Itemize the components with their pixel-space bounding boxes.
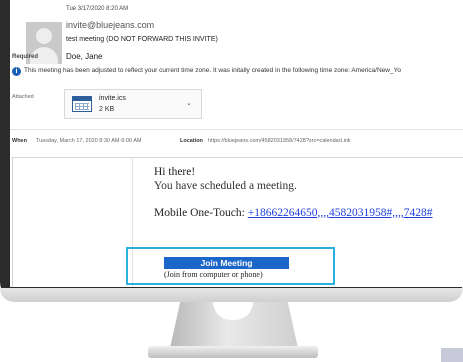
info-icon: i	[12, 67, 21, 76]
location-link[interactable]: https://bluejeans.com/4582031958/7428?sr…	[208, 138, 351, 144]
chevron-down-icon[interactable]: ⌄	[186, 99, 192, 107]
attachment-card[interactable]: invite.ics 2 KB ⌄	[64, 89, 202, 119]
email-subject: test meeting (DO NOT FORWARD THIS INVITE…	[66, 36, 218, 43]
calendar-file-icon-header	[73, 97, 91, 101]
when-value: Tuesday, March 17, 2020 8:30 AM-9:00 AM	[36, 138, 142, 144]
attachment-name: invite.ics	[99, 95, 126, 102]
onetouch-dial-link[interactable]: +18662264650,,,,4582031958#,,,,7428#	[248, 207, 433, 219]
location-label: Location	[180, 138, 203, 144]
attachment-size: 2 KB	[99, 106, 115, 113]
required-attendee[interactable]: Doe, Jane	[66, 52, 102, 61]
calendar-file-icon	[72, 96, 92, 112]
required-label: Required	[12, 54, 39, 60]
greeting-text: Hi there!	[154, 166, 196, 178]
corner-decoration	[441, 348, 463, 362]
when-label: When	[12, 138, 27, 144]
monitor-stand-base	[148, 346, 318, 358]
email-date: Tue 3/17/2020 8:20 AM	[66, 6, 129, 12]
monitor-chin	[0, 288, 463, 302]
scheduled-text: You have scheduled a meeting.	[154, 180, 297, 192]
email-window: Tue 3/17/2020 8:20 AM invite@bluejeans.c…	[10, 0, 463, 287]
mobile-onetouch-line: Mobile One-Touch: +18662264650,,,,458203…	[154, 207, 432, 219]
calendar-file-icon-grid	[75, 103, 89, 110]
timezone-info-text: This meeting has been adjusted to reflec…	[24, 67, 401, 74]
email-sender[interactable]: invite@bluejeans.com	[66, 20, 154, 30]
timezone-info-bar: i This meeting has been adjusted to refl…	[12, 66, 463, 78]
join-meeting-subtext: (Join from computer or phone)	[164, 270, 263, 279]
monitor-frame: Tue 3/17/2020 8:20 AM invite@bluejeans.c…	[0, 0, 463, 302]
avatar-head-icon	[36, 28, 52, 44]
onetouch-label: Mobile One-Touch:	[154, 207, 248, 219]
join-meeting-button[interactable]: Join Meeting	[164, 257, 289, 269]
body-side-column	[13, 158, 133, 287]
header-divider	[10, 129, 463, 130]
attached-label: Attached	[12, 94, 34, 100]
